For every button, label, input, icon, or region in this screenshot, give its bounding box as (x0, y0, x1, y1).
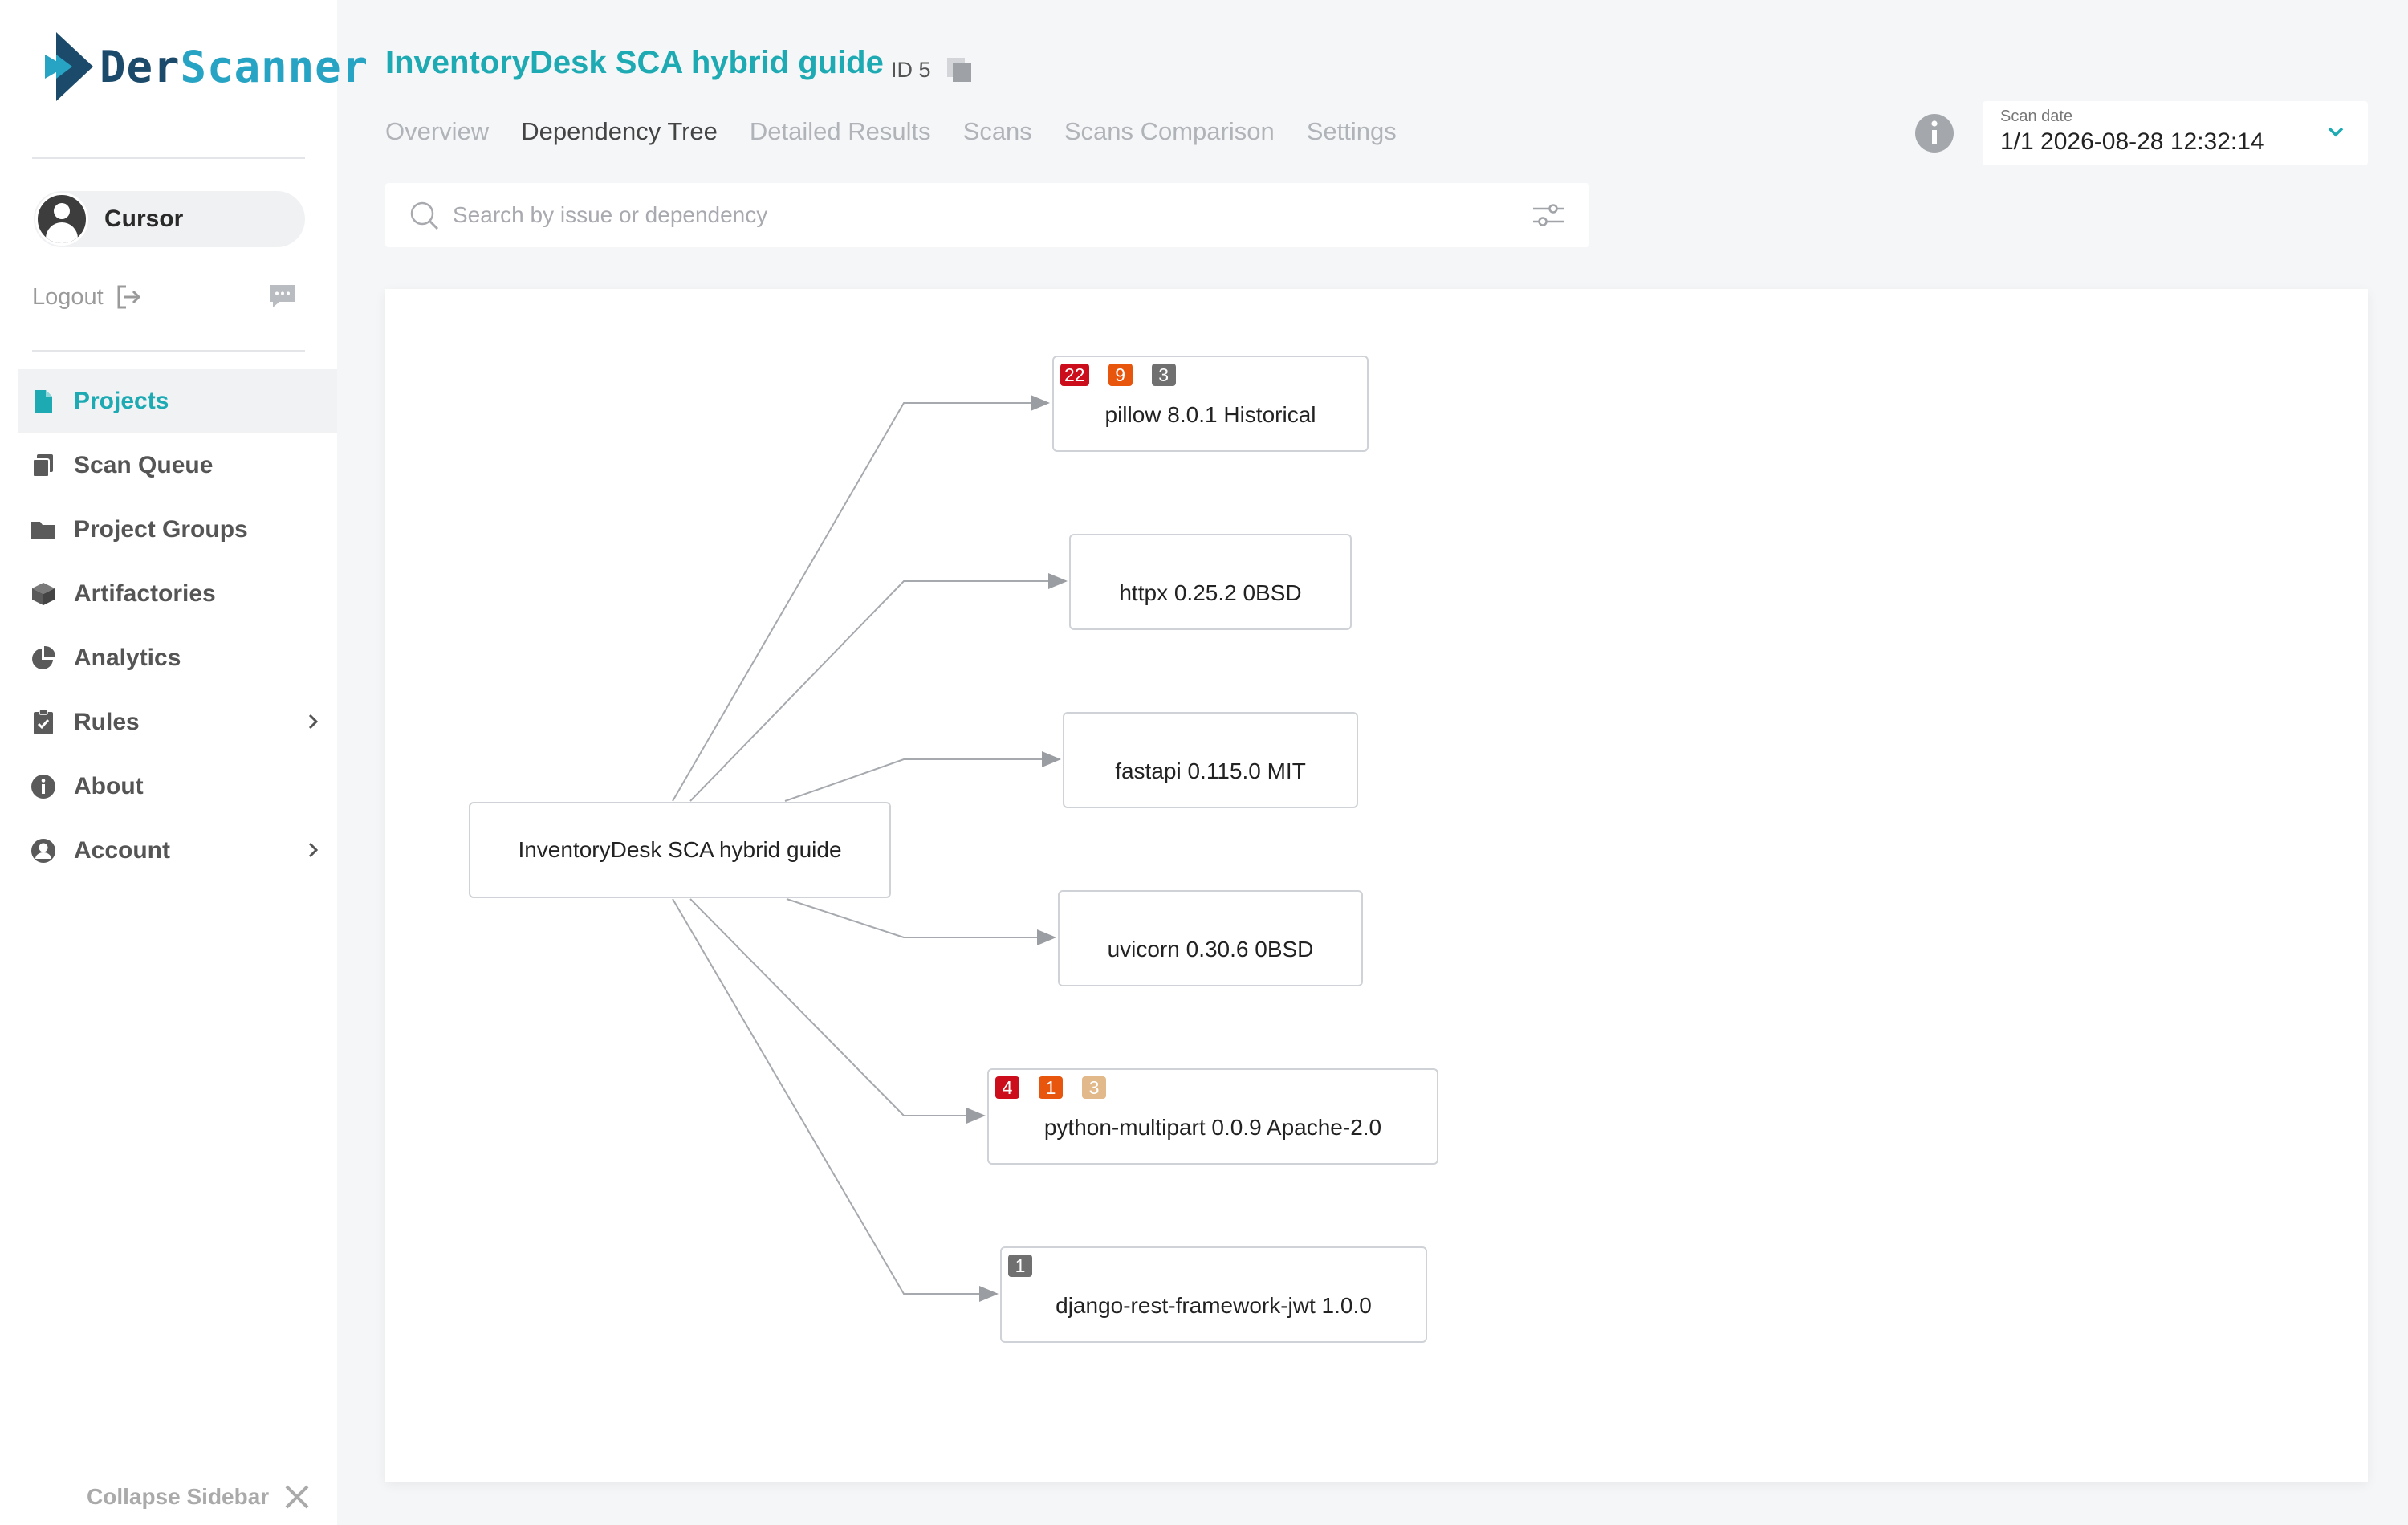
pie-chart-icon (31, 645, 56, 671)
info-icon[interactable] (1914, 112, 1955, 154)
project-id-label: ID 5 (891, 57, 931, 82)
tab-scans[interactable]: Scans (963, 117, 1032, 146)
badge-info: 3 (1151, 364, 1176, 386)
filter-settings-icon[interactable] (1531, 201, 1565, 230)
severity-badges: 1 (1008, 1255, 1051, 1277)
dependency-tree-panel: InventoryDesk SCA hybrid guide 22 9 3 pi… (385, 289, 2368, 1482)
tree-node-label: django-rest-framework-jwt 1.0.0 (1056, 1293, 1372, 1318)
tree-edge (672, 395, 1050, 802)
tree-edge (672, 898, 999, 1302)
search-bar (385, 183, 1589, 247)
badge-critical: 4 (995, 1076, 1019, 1099)
tree-node-label: python-multipart 0.0.9 Apache-2.0 (1043, 1115, 1382, 1140)
scan-date-label: Scan date (2000, 108, 2073, 125)
logo-mark-icon (45, 32, 93, 101)
chevron-right-icon (308, 714, 319, 730)
brand-name: DerScanner (100, 41, 369, 92)
logout-row: Logout (32, 281, 297, 313)
nav-item-rules[interactable]: Rules (18, 690, 337, 754)
tree-edge (786, 898, 1056, 946)
severity-badges: 22 9 3 (1060, 364, 1195, 386)
tab-settings[interactable]: Settings (1307, 117, 1397, 146)
tree-edge (784, 751, 1061, 802)
tree-node-dependency[interactable]: fastapi 0.115.0 MIT (1063, 712, 1358, 808)
tab-dependency-tree[interactable]: Dependency Tree (521, 117, 718, 146)
file-icon (31, 388, 56, 414)
chevron-right-icon (308, 842, 319, 858)
nav-item-scan-queue[interactable]: Scan Queue (18, 433, 337, 498)
page-title: InventoryDesk SCA hybrid guide (385, 45, 884, 80)
tree-node-dependency[interactable]: 22 9 3 pillow 8.0.1 Historical (1052, 356, 1369, 452)
user-name: Cursor (104, 205, 184, 232)
tree-node-dependency[interactable]: httpx 0.25.2 0BSD (1069, 534, 1352, 630)
clipboard-check-icon (31, 709, 56, 735)
severity-badges: 4 1 3 (995, 1076, 1125, 1099)
nav-item-analytics[interactable]: Analytics (18, 626, 337, 690)
tree-node-label: uvicorn 0.30.6 0BSD (1107, 937, 1314, 962)
nav-item-project-groups[interactable]: Project Groups (18, 498, 337, 562)
search-icon (410, 201, 439, 230)
queue-icon (31, 453, 56, 478)
sidebar: DerScanner Cursor Logout Projects Scan Q… (0, 0, 368, 1525)
nav-item-projects[interactable]: Projects (18, 369, 337, 433)
tree-node-label: httpx 0.25.2 0BSD (1119, 580, 1302, 605)
tree-node-dependency[interactable]: uvicorn 0.30.6 0BSD (1058, 890, 1363, 986)
project-tabs: Overview Dependency Tree Detailed Result… (385, 117, 1429, 146)
logout-link[interactable]: Logout (32, 284, 104, 311)
tree-node-label: pillow 8.0.1 Historical (1104, 402, 1316, 427)
tree-node-label: InventoryDesk SCA hybrid guide (518, 837, 842, 862)
user-profile[interactable]: Cursor (34, 191, 305, 247)
tab-overview[interactable]: Overview (385, 117, 489, 146)
nav-item-about[interactable]: About (18, 754, 337, 819)
tab-detailed-results[interactable]: Detailed Results (750, 117, 931, 146)
search-input[interactable] (453, 196, 1496, 234)
close-icon (285, 1485, 309, 1509)
user-icon (31, 838, 56, 864)
scan-date-value: 1/1 2026-08-28 12:32:14 (2000, 128, 2264, 155)
tab-scans-comparison[interactable]: Scans Comparison (1064, 117, 1275, 146)
logout-icon[interactable] (115, 283, 142, 311)
sidebar-divider (32, 350, 305, 352)
tree-node-dependency[interactable]: 1 django-rest-framework-jwt 1.0.0 (1000, 1246, 1427, 1343)
project-id: ID 5 (891, 56, 973, 83)
nav-item-artifactories[interactable]: Artifactories (18, 562, 337, 626)
badge-critical: 22 (1060, 364, 1089, 386)
chat-icon[interactable] (268, 283, 297, 310)
tree-node-label: fastapi 0.115.0 MIT (1115, 758, 1306, 783)
info-icon (31, 774, 56, 799)
badge-high: 1 (1039, 1076, 1063, 1099)
tree-node-dependency[interactable]: 4 1 3 python-multipart 0.0.9 Apache-2.0 (987, 1068, 1438, 1165)
brand-logo[interactable]: DerScanner (45, 31, 368, 103)
collapse-sidebar-button[interactable]: Collapse Sidebar (87, 1483, 311, 1511)
nav-item-account[interactable]: Account (18, 819, 337, 883)
badge-high: 9 (1108, 364, 1133, 386)
sidebar-divider (32, 157, 305, 159)
tree-node-root[interactable]: InventoryDesk SCA hybrid guide (469, 802, 891, 898)
tree-edge (689, 898, 986, 1124)
folder-icon (31, 517, 56, 543)
copy-icon[interactable] (946, 56, 973, 83)
badge-info: 1 (1008, 1255, 1032, 1277)
box-icon (31, 581, 56, 607)
chevron-down-icon (2328, 127, 2344, 137)
main-nav: Projects Scan Queue Project Groups Artif… (18, 369, 337, 883)
scan-date-select[interactable]: Scan date 1/1 2026-08-28 12:32:14 (1983, 101, 2368, 165)
badge-low: 3 (1082, 1076, 1106, 1099)
avatar (35, 193, 88, 246)
